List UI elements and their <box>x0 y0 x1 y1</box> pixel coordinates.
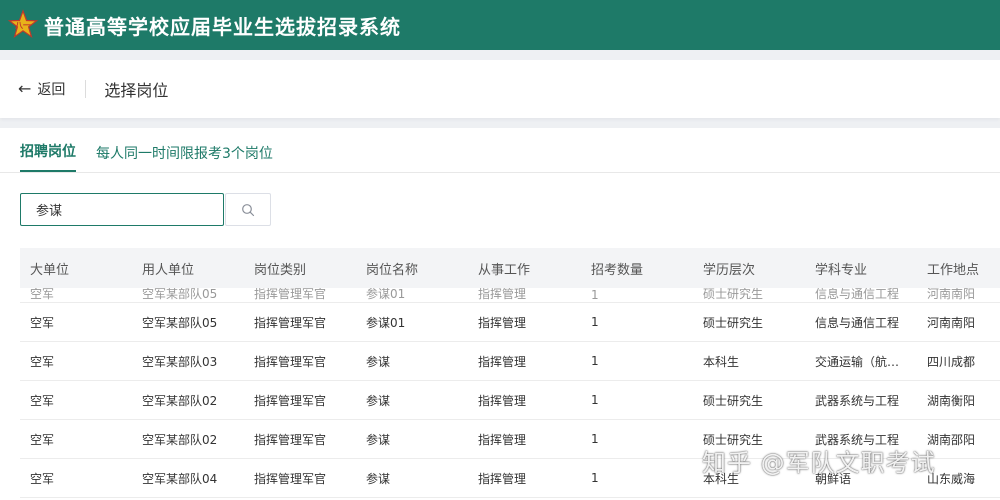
table-cell: 参谋01 <box>366 315 406 330</box>
table-cell: 武器系统与工程 <box>815 432 900 447</box>
table-cell: 空军 <box>30 354 55 369</box>
table-cell: 山东威海 <box>927 471 976 486</box>
positions-table: 大单位 用人单位 岗位类别 岗位名称 从事工作 招考数量 学历层次 学科专业 工… <box>20 248 1000 500</box>
table-cell: 参谋 <box>366 471 391 486</box>
table-cell: 参谋 <box>366 393 391 408</box>
search-input[interactable] <box>20 193 224 226</box>
table-cell: 本科生 <box>703 471 740 486</box>
search-bar <box>20 193 271 226</box>
table-cell: 交通运输（航… <box>815 354 900 369</box>
table-cell: 河南南阳 <box>927 315 976 330</box>
divider <box>85 80 87 98</box>
column-header: 从事工作 <box>478 262 531 278</box>
table-header: 大单位 用人单位 岗位类别 岗位名称 从事工作 招考数量 学历层次 学科专业 工… <box>20 248 1000 288</box>
back-label: 返回 <box>37 82 66 98</box>
table-cell: 湖南邵阳 <box>927 432 976 447</box>
column-header: 学历层次 <box>703 262 756 278</box>
table-cell: 参谋 <box>366 354 391 369</box>
table-cell: 武器系统与工程 <box>815 393 900 408</box>
search-icon <box>242 203 255 216</box>
table-cell: 河南南阳 <box>927 288 976 301</box>
arrow-left-icon: ← <box>18 79 32 98</box>
table-cell: 指挥管理 <box>478 432 527 447</box>
table-row[interactable]: 空军 空军某部队02 指挥管理军官 参谋 指挥管理 1 硕士研究生 武器系统与工… <box>20 381 1000 420</box>
table-cell: 指挥管理军官 <box>254 471 327 486</box>
table-cell: 四川成都 <box>927 354 976 369</box>
table-cell: 空军某部队05 <box>142 288 218 301</box>
page-title: 选择岗位 <box>104 81 169 100</box>
army-emblem-icon: 八一 <box>6 8 40 42</box>
table-cell: 空军 <box>30 471 55 486</box>
table-cell: 硕士研究生 <box>703 393 764 408</box>
table-cell: 本科生 <box>703 354 740 369</box>
column-header: 工作地点 <box>927 262 980 278</box>
table-cell: 参谋 <box>366 432 391 447</box>
table-cell: 空军 <box>30 393 55 408</box>
table-cell: 朝鲜语 <box>815 471 852 486</box>
tab-bar: 招聘岗位 每人同一时间限报考3个岗位 <box>0 128 1000 173</box>
table-cell: 指挥管理 <box>478 393 527 408</box>
table-cell: 指挥管理军官 <box>254 393 327 408</box>
table-row[interactable]: 空军 空军某部队05 指挥管理军官 参谋01 指挥管理 1 硕士研究生 信息与通… <box>20 288 1000 303</box>
table-cell: 信息与通信工程 <box>815 288 900 301</box>
table-row[interactable]: 空军 空军某部队05 指挥管理军官 参谋01 指挥管理 1 硕士研究生 信息与通… <box>20 303 1000 342</box>
table-cell: 湖南衡阳 <box>927 393 976 408</box>
table-cell: 指挥管理 <box>478 354 527 369</box>
column-header: 大单位 <box>30 262 70 278</box>
table-cell: 参谋01 <box>366 288 406 301</box>
table-cell: 空军某部队04 <box>142 471 218 486</box>
tab-recruit-positions[interactable]: 招聘岗位 <box>20 141 76 172</box>
table-cell: 指挥管理 <box>478 315 527 330</box>
table-cell: 硕士研究生 <box>703 315 764 330</box>
table-cell: 1 <box>591 315 599 329</box>
back-button[interactable]: ← 返回 <box>18 79 65 99</box>
table-cell: 空军某部队02 <box>142 393 218 408</box>
svg-text:八一: 八一 <box>14 21 31 30</box>
table-cell: 1 <box>591 432 599 446</box>
column-header: 岗位类别 <box>254 262 307 278</box>
table-cell: 1 <box>591 393 599 407</box>
column-header: 用人单位 <box>142 262 195 278</box>
column-header: 岗位名称 <box>366 262 419 278</box>
table-cell: 指挥管理军官 <box>254 432 327 447</box>
table-body[interactable]: 空军 空军某部队05 指挥管理军官 参谋01 指挥管理 1 硕士研究生 信息与通… <box>20 288 1000 500</box>
table-cell: 指挥管理 <box>478 471 527 486</box>
application-limit-note: 每人同一时间限报考3个岗位 <box>96 146 273 162</box>
table-cell: 空军 <box>30 315 55 330</box>
app-header: 八一 普通高等学校应届毕业生选拔招录系统 <box>0 0 1000 50</box>
table-cell: 指挥管理军官 <box>254 315 327 330</box>
column-header: 学科专业 <box>815 262 868 278</box>
table-cell: 硕士研究生 <box>703 288 764 301</box>
table-cell: 信息与通信工程 <box>815 315 900 330</box>
search-button[interactable] <box>225 193 271 226</box>
table-cell: 1 <box>591 471 599 485</box>
table-cell: 1 <box>591 288 599 302</box>
table-row[interactable]: 空军 空军某部队02 指挥管理军官 参谋 指挥管理 1 硕士研究生 武器系统与工… <box>20 420 1000 459</box>
table-cell: 空军某部队02 <box>142 432 218 447</box>
app-title: 普通高等学校应届毕业生选拔招录系统 <box>44 14 401 39</box>
table-row[interactable]: 空军 空军某部队04 指挥管理军官 参谋 指挥管理 1 本科生 朝鲜语 山东威海 <box>20 459 1000 498</box>
column-header: 招考数量 <box>591 262 644 278</box>
table-row[interactable]: 空军 空军某部队03 指挥管理军官 参谋 指挥管理 1 本科生 交通运输（航… … <box>20 342 1000 381</box>
table-cell: 空军某部队05 <box>142 315 218 330</box>
table-cell: 指挥管理军官 <box>254 288 327 301</box>
table-cell: 空军某部队03 <box>142 354 218 369</box>
table-cell: 硕士研究生 <box>703 432 764 447</box>
table-cell: 空军 <box>30 288 55 301</box>
sub-header: ← 返回 选择岗位 <box>0 60 1000 118</box>
table-cell: 指挥管理 <box>478 288 527 301</box>
main-content: 招聘岗位 每人同一时间限报考3个岗位 大单位 用人单位 岗位类别 岗位名称 从事… <box>0 128 1000 500</box>
table-cell: 空军 <box>30 432 55 447</box>
table-cell: 1 <box>591 354 599 368</box>
table-cell: 指挥管理军官 <box>254 354 327 369</box>
